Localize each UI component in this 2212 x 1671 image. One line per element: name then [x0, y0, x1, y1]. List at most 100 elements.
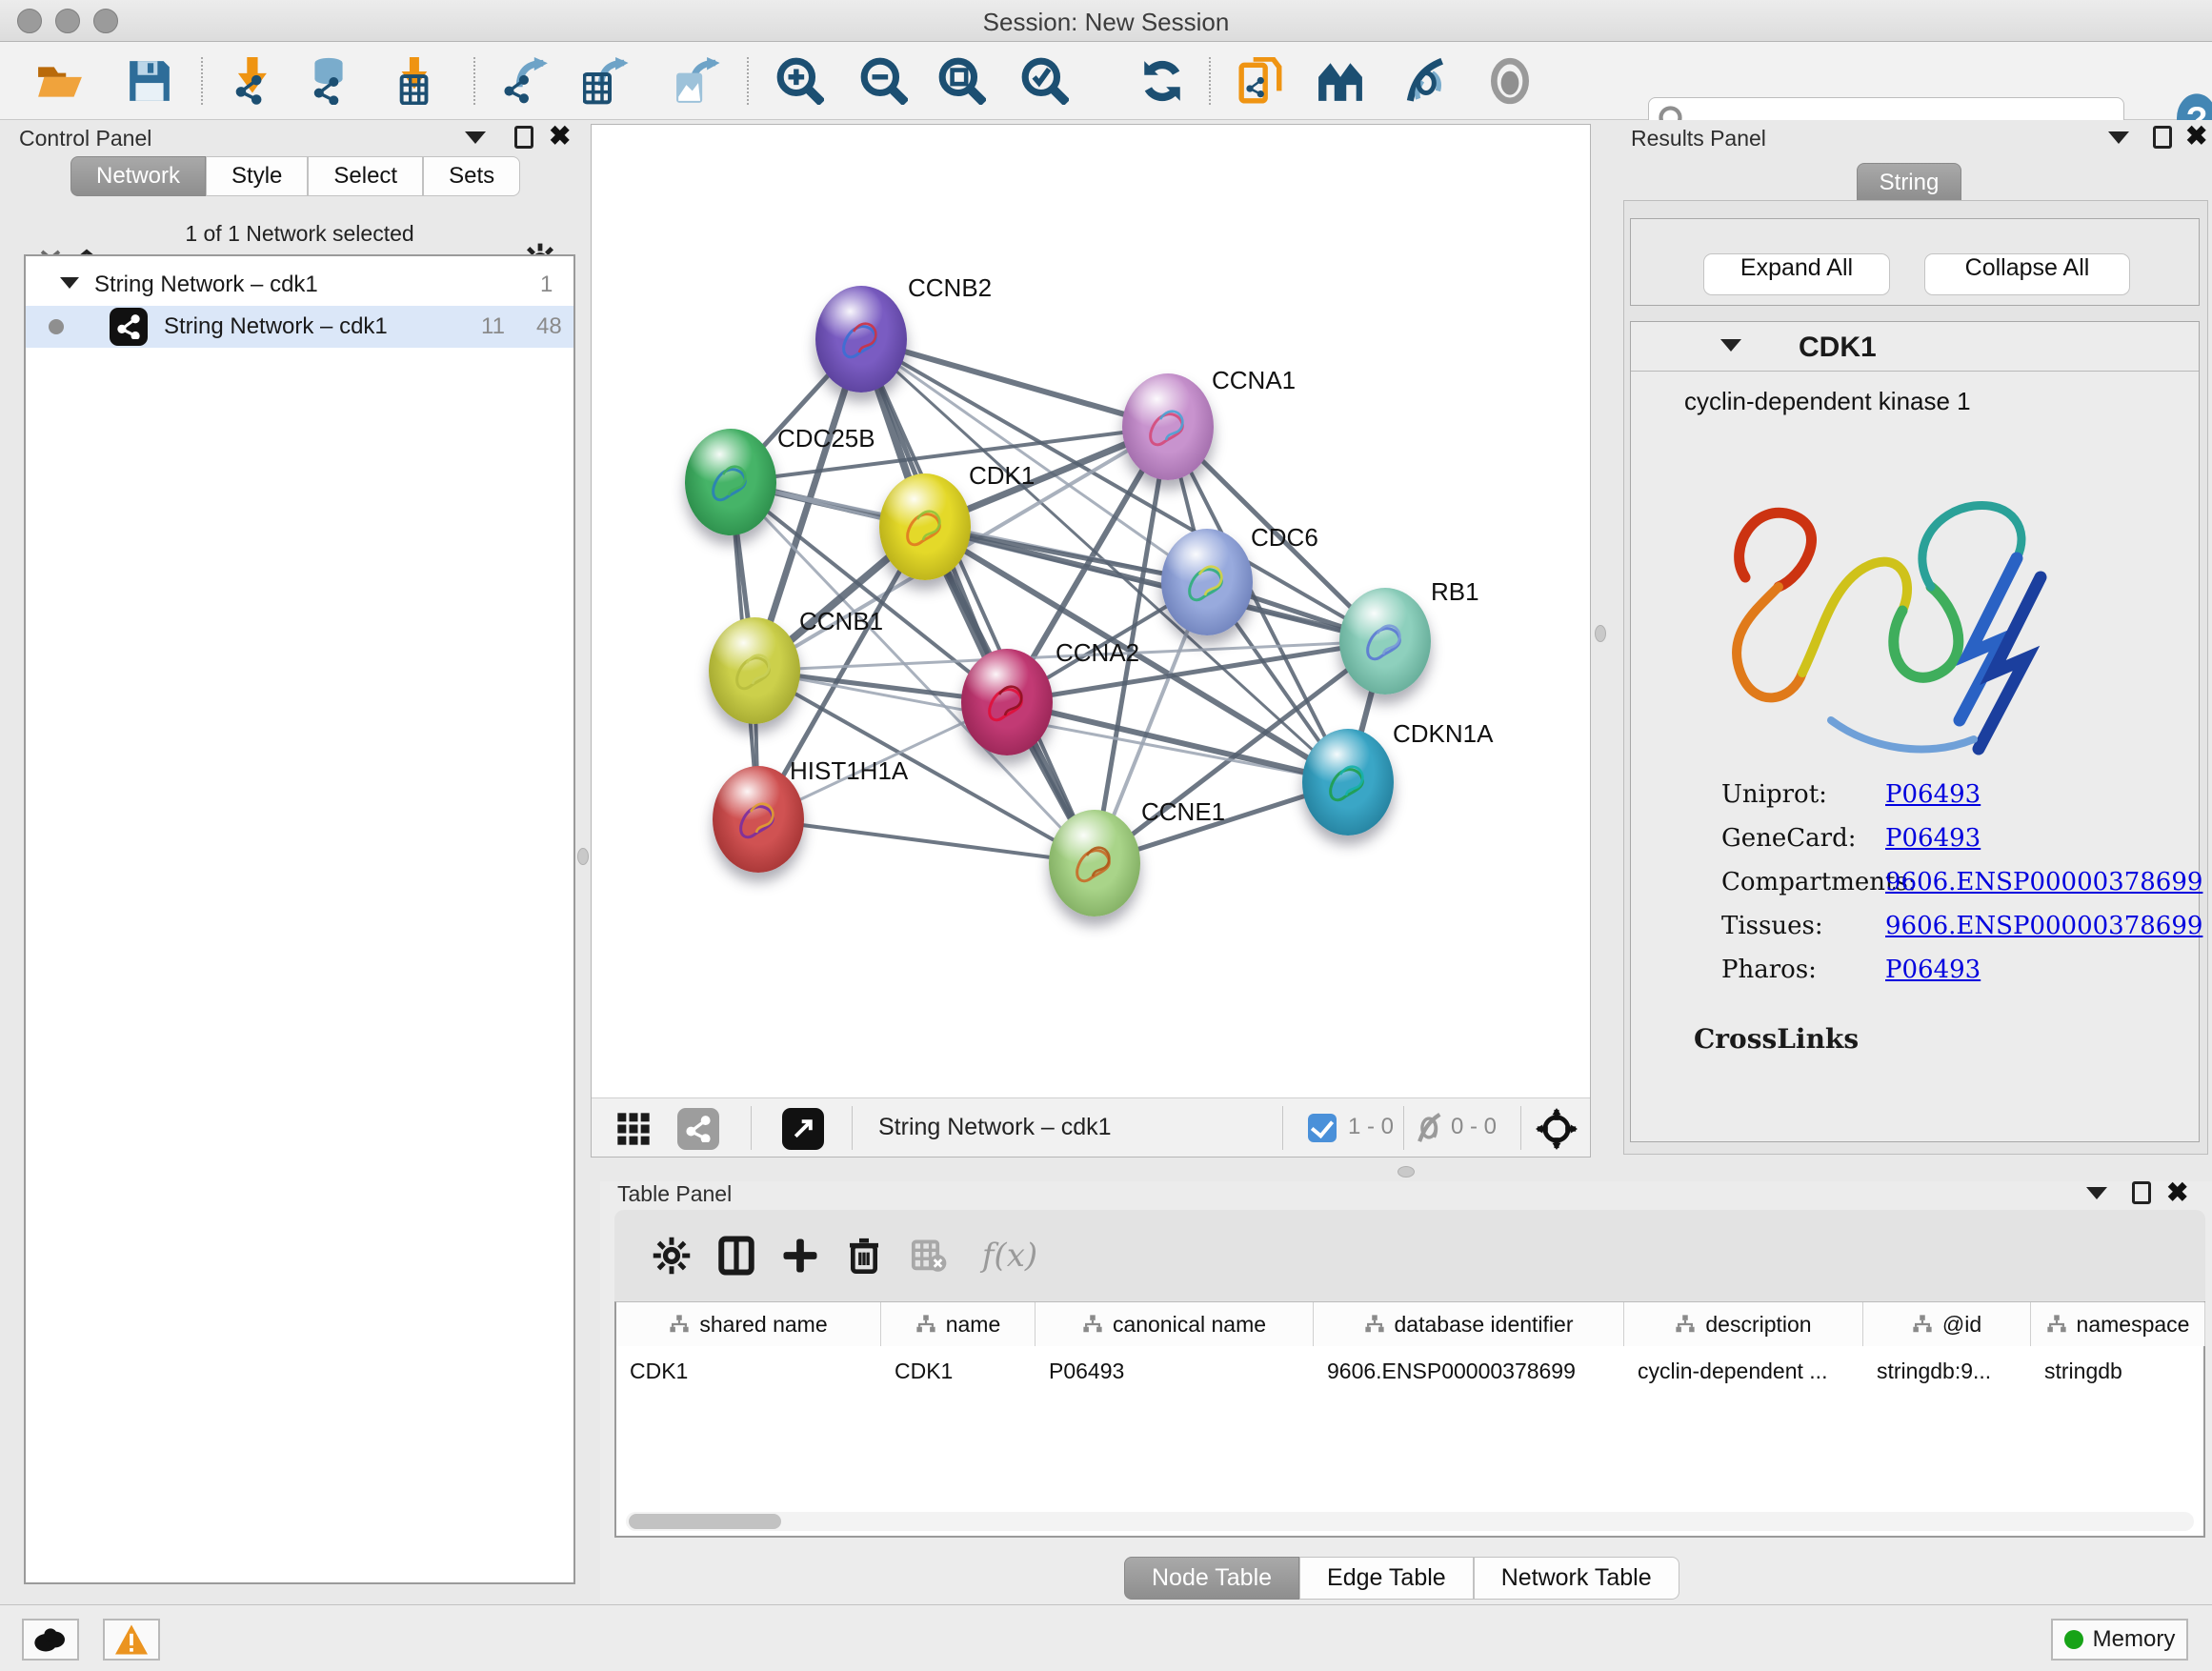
node-CCNA2[interactable]	[961, 649, 1053, 755]
zoom-in-icon[interactable]	[774, 53, 826, 109]
toolbar-separator	[1209, 57, 1211, 105]
node-CCNB2[interactable]	[815, 286, 907, 393]
node-RB1[interactable]	[1339, 588, 1431, 695]
network-status-dot-icon	[49, 319, 64, 334]
add-column-icon[interactable]	[775, 1231, 825, 1280]
tab-select[interactable]: Select	[308, 156, 423, 196]
birds-eye-view-icon[interactable]	[1315, 53, 1366, 109]
tab-style[interactable]: Style	[206, 156, 308, 196]
table-cell-database-identifier[interactable]: 9606.ENSP00000378699	[1314, 1350, 1624, 1392]
network-collection-row[interactable]: String Network – cdk1 1	[26, 264, 573, 306]
tab-sets[interactable]: Sets	[423, 156, 520, 196]
column-header-description[interactable]: description	[1624, 1302, 1863, 1346]
edge-CCNA2-CDKN1A[interactable]	[1007, 702, 1348, 782]
open-session-icon[interactable]	[34, 53, 86, 109]
delete-column-trash-icon[interactable]	[839, 1231, 889, 1280]
crosslink-link-tissues-[interactable]: 9606.ENSP00000378699	[1885, 912, 2202, 940]
column-header--id[interactable]: @id	[1863, 1302, 2031, 1346]
table-cell-name[interactable]: CDK1	[881, 1350, 1036, 1392]
import-network-file-icon[interactable]	[229, 53, 280, 109]
table-tab-node-table[interactable]: Node Table	[1124, 1557, 1299, 1600]
left-splitter-handle[interactable]	[577, 848, 589, 865]
table-cell-shared-name[interactable]: CDK1	[616, 1350, 881, 1392]
save-session-icon[interactable]	[124, 53, 175, 109]
column-header-name[interactable]: name	[881, 1302, 1036, 1346]
results-tab-string[interactable]: String	[1857, 163, 1961, 201]
refresh-icon[interactable]	[1136, 53, 1188, 109]
import-network-database-icon[interactable]	[303, 53, 354, 109]
crosslink-link-uniprot-[interactable]: P06493	[1885, 780, 1981, 809]
control-panel-float-icon[interactable]	[514, 126, 533, 149]
node-CDK1[interactable]	[879, 473, 971, 580]
zoom-selected-icon[interactable]	[1019, 53, 1071, 109]
export-image-icon[interactable]	[673, 53, 724, 109]
node-CCNB1[interactable]	[709, 617, 800, 724]
show-all-eye-icon[interactable]	[1484, 53, 1536, 109]
column-header-canonical-name[interactable]: canonical name	[1036, 1302, 1314, 1346]
zoom-out-icon[interactable]	[858, 53, 910, 109]
control-panel-close-icon[interactable]: ✖	[549, 125, 571, 148]
column-header-namespace[interactable]: namespace	[2031, 1302, 2205, 1346]
results-panel-float-icon[interactable]	[2153, 126, 2172, 149]
node-CCNA1[interactable]	[1122, 373, 1214, 480]
table-panel: Table Panel ✖ f(x) shared namenamecanoni…	[600, 1181, 2212, 1604]
table-cell-canonical-name[interactable]: P06493	[1036, 1350, 1314, 1392]
table-tab-edge-table[interactable]: Edge Table	[1299, 1557, 1474, 1600]
warnings-button[interactable]	[103, 1619, 160, 1661]
string-view-badge-icon[interactable]	[677, 1108, 719, 1150]
table-settings-gear-icon[interactable]	[647, 1231, 696, 1280]
protein-structure-thumbnail	[879, 473, 971, 580]
collapse-all-button[interactable]: Collapse All	[1924, 253, 2130, 295]
fit-content-crosshair-icon[interactable]	[1536, 1108, 1578, 1155]
results-panel-menu-icon[interactable]	[2108, 131, 2129, 144]
toolbar-separator	[473, 57, 475, 105]
import-table-icon[interactable]	[391, 53, 442, 109]
tab-network[interactable]: Network	[70, 156, 206, 196]
network-row-selected[interactable]: String Network – cdk1 11 48	[26, 306, 573, 348]
memory-button[interactable]: Memory	[2051, 1619, 2188, 1661]
gene-collapse-icon[interactable]	[1720, 339, 1741, 352]
table-cell-namespace[interactable]: stringdb	[2031, 1350, 2205, 1392]
table-cell--id[interactable]: stringdb:9...	[1863, 1350, 2031, 1392]
table-cell-description[interactable]: cyclin-dependent ...	[1624, 1350, 1863, 1392]
collection-expand-icon[interactable]	[60, 277, 79, 289]
crosslink-link-pharos-[interactable]: P06493	[1885, 956, 1981, 984]
edge-HIST1H1A-CCNE1[interactable]	[758, 819, 1095, 863]
column-header-database-identifier[interactable]: database identifier	[1314, 1302, 1624, 1346]
cloud-status-button[interactable]	[22, 1619, 79, 1661]
crosslink-link-compartments-[interactable]: 9606.ENSP00000378699	[1885, 868, 2202, 896]
expand-all-button[interactable]: Expand All	[1703, 253, 1890, 295]
zoom-fit-icon[interactable]	[936, 53, 988, 109]
bottom-splitter-handle[interactable]	[1398, 1166, 1415, 1178]
node-CCNE1[interactable]	[1049, 810, 1140, 916]
right-splitter-handle[interactable]	[1595, 625, 1606, 642]
control-panel-menu-icon[interactable]	[465, 131, 486, 144]
grid-view-icon[interactable]	[614, 1110, 653, 1153]
show-columns-icon[interactable]	[712, 1231, 761, 1280]
selected-items-checkbox-icon[interactable]	[1308, 1114, 1337, 1142]
hide-selection-eye-icon[interactable]	[1400, 53, 1452, 109]
table-horizontal-scrollbar[interactable]	[626, 1512, 2194, 1531]
column-header-shared-name[interactable]: shared name	[616, 1302, 881, 1346]
table-panel-close-icon[interactable]: ✖	[2166, 1181, 2188, 1204]
node-CDC25B[interactable]	[685, 429, 776, 535]
toolbar-separator	[1520, 1106, 1521, 1150]
table-panel-float-icon[interactable]	[2132, 1181, 2151, 1204]
open-in-window-icon[interactable]	[782, 1108, 824, 1150]
node-label-RB1: RB1	[1431, 577, 1479, 607]
network-view-canvas[interactable]: CCNB2CCNA1CDC25BCDK1CDC6RB1CCNB1CCNA2CDK…	[591, 124, 1591, 1158]
export-table-icon[interactable]	[581, 53, 633, 109]
network-edges-layer	[592, 125, 1590, 1097]
crosslink-link-genecard-[interactable]: P06493	[1885, 824, 1981, 853]
results-panel-close-icon[interactable]: ✖	[2185, 125, 2207, 148]
collection-count: 1	[540, 272, 553, 298]
node-table: shared namenamecanonical namedatabase id…	[614, 1301, 2205, 1538]
table-tab-network-table[interactable]: Network Table	[1474, 1557, 1679, 1600]
scrollbar-thumb[interactable]	[629, 1514, 781, 1529]
copy-snapshot-icon[interactable]	[1236, 53, 1287, 109]
export-network-icon[interactable]	[501, 53, 553, 109]
gene-header-row[interactable]: CDK1	[1631, 322, 2199, 372]
node-CDKN1A[interactable]	[1302, 729, 1394, 836]
node-CDC6[interactable]	[1161, 529, 1253, 635]
table-panel-menu-icon[interactable]	[2086, 1187, 2107, 1199]
